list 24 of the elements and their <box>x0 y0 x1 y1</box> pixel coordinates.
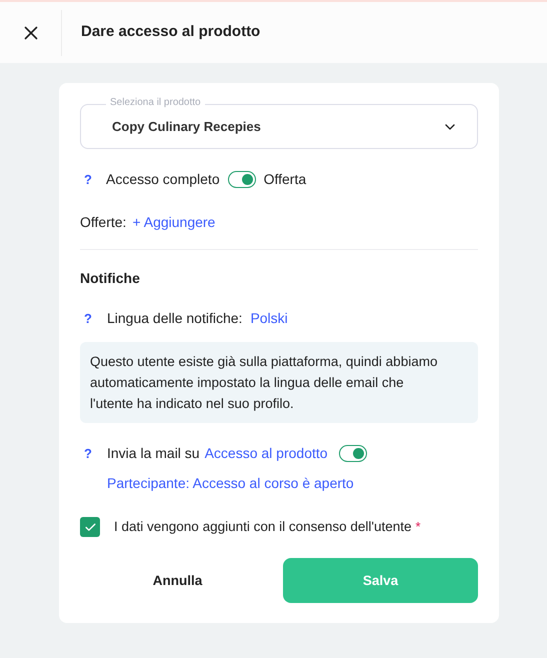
consent-checkbox[interactable] <box>80 517 100 538</box>
help-icon[interactable]: ? <box>84 170 102 190</box>
info-message: Questo utente esiste già sulla piattaforma, quindi abbiamo automaticamente impostato la lingua delle email che l'utente ha indicato nel suo profilo. <box>80 342 478 423</box>
email-trigger-link[interactable]: Accesso al prodotto <box>204 443 328 464</box>
toggle-switch[interactable] <box>338 445 367 462</box>
help-icon[interactable]: ? <box>84 308 102 328</box>
toggle-switch[interactable] <box>228 171 256 188</box>
language-link[interactable]: Polski <box>250 308 288 329</box>
offers-label: Offerte: <box>80 213 126 232</box>
add-offer-link[interactable]: + Aggiungere <box>132 212 216 233</box>
check-icon <box>84 520 96 534</box>
select-label: Seleziona il prodotto <box>106 96 205 110</box>
offer-label: Offerta <box>264 170 306 189</box>
page-title: Dare accesso al prodotto <box>81 22 260 42</box>
email-label: Invia la mail su <box>107 444 200 463</box>
required-mark: * <box>416 518 421 536</box>
help-icon[interactable]: ? <box>84 444 102 464</box>
email-event-link[interactable]: Partecipante: Accesso al corso è aperto <box>107 473 354 494</box>
access-label: Accesso completo <box>106 170 220 189</box>
select-value: Copy Culinary Recepies <box>112 118 261 136</box>
consent-text: I dati vengono aggiunti con il consenso dell'utente <box>114 518 412 536</box>
notifications-heading: Notifiche <box>80 269 141 288</box>
cancel-button[interactable]: Annulla <box>80 558 275 604</box>
language-label: Lingua delle notifiche: <box>107 309 242 328</box>
